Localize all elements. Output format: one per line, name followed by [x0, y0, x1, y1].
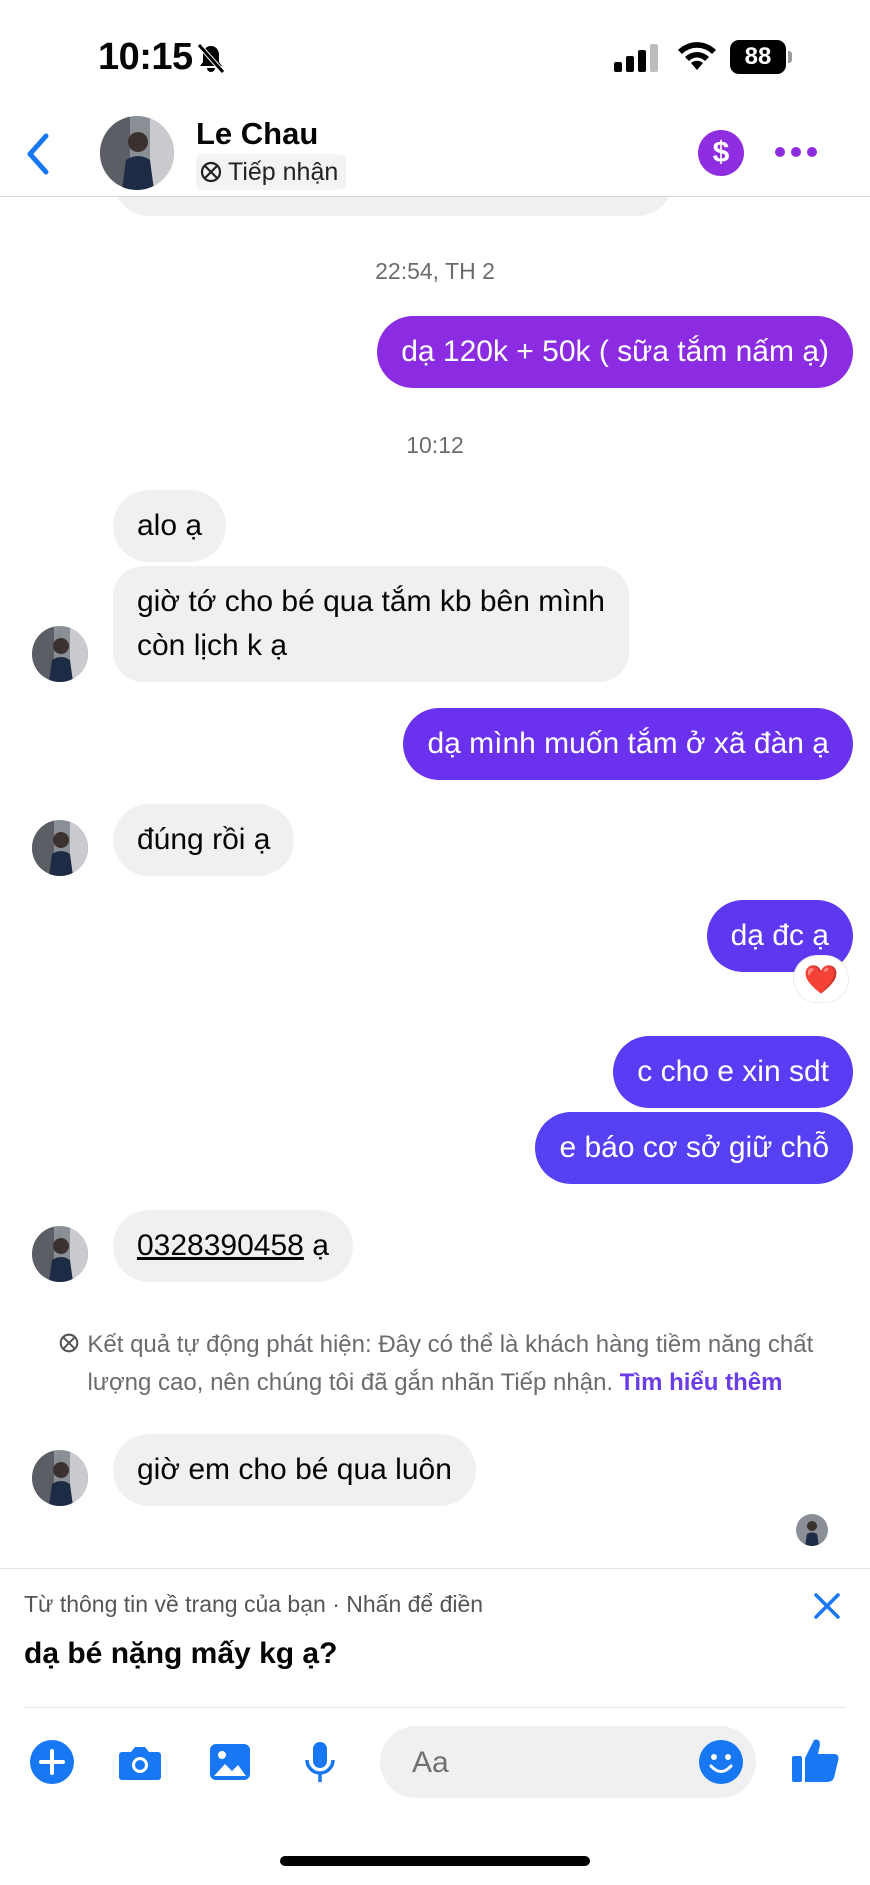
like-icon[interactable] [790, 1734, 842, 1786]
sender-avatar[interactable] [32, 1226, 88, 1282]
heart-icon[interactable]: ❤️ [794, 956, 848, 1002]
sender-avatar[interactable] [32, 626, 88, 682]
learn-more-link[interactable]: Tìm hiểu thêm [620, 1369, 783, 1396]
outgoing-message[interactable]: dạ 120k + 50k ( sữa tắm nấm ạ) [377, 316, 853, 388]
outgoing-message[interactable]: c cho e xin sdt [613, 1036, 853, 1108]
emoji-icon[interactable] [698, 1739, 744, 1785]
incoming-message[interactable]: đúng rồi ạ [113, 804, 295, 876]
incoming-message[interactable]: alo ạ [113, 490, 227, 562]
home-indicator [280, 1856, 590, 1866]
contact-name[interactable]: Le Chau [196, 116, 318, 152]
read-receipt-avatar [796, 1514, 828, 1546]
message-suffix: ạ [303, 1229, 329, 1262]
camera-icon[interactable] [116, 1738, 164, 1786]
message-input[interactable]: Aa [380, 1726, 756, 1798]
sender-avatar[interactable] [32, 1450, 88, 1506]
divider [24, 1707, 846, 1708]
contact-avatar[interactable] [100, 116, 174, 190]
reply-suggestion[interactable]: Từ thông tin về trang của bạn · Nhấn để … [0, 1568, 870, 1709]
label-icon [59, 1333, 79, 1353]
suggestion-hint: Từ thông tin về trang của bạn · Nhấn để … [24, 1591, 484, 1617]
mic-icon[interactable] [296, 1738, 344, 1786]
message-line: giờ tớ cho bé qua tắm kb bên mình [137, 585, 605, 618]
reaction-emoji: ❤️ [803, 963, 839, 995]
back-icon[interactable] [22, 130, 52, 178]
phone-number-link[interactable]: 0328390458 [137, 1229, 304, 1262]
battery-indicator: 88 [730, 40, 792, 74]
image-icon[interactable] [206, 1738, 254, 1786]
contact-label[interactable]: Tiếp nhận [196, 154, 347, 190]
signal-icon [614, 44, 658, 72]
incoming-message[interactable]: giờ tớ cho bé qua tắm kb bên mình còn lị… [113, 566, 629, 682]
battery-level: 88 [730, 40, 786, 74]
chat-header: Le Chau Tiếp nhận $ [0, 104, 870, 197]
contact-label-text: Tiếp nhận [228, 157, 339, 186]
message-line: còn lịch k ạ [137, 629, 288, 662]
sender-avatar[interactable] [32, 820, 88, 876]
message-placeholder: Aa [412, 1746, 449, 1779]
outgoing-message[interactable]: e báo cơ sở giữ chỗ [535, 1112, 853, 1184]
suggestion-text[interactable]: dạ bé nặng mấy kg ạ? [24, 1637, 337, 1671]
close-icon[interactable] [812, 1591, 842, 1621]
wifi-icon [678, 42, 716, 70]
incoming-message[interactable]: giờ em cho bé qua luôn [113, 1434, 476, 1506]
auto-detect-notice: Kết quả tự động phát hiện: Đây có thể là… [40, 1326, 830, 1402]
status-time: 10:15 [98, 36, 193, 78]
incoming-message[interactable]: 0328390458 ạ [113, 1210, 353, 1282]
timestamp: 22:54, TH 2 [375, 258, 495, 284]
more-icon[interactable] [774, 140, 818, 164]
plus-icon[interactable] [28, 1738, 76, 1786]
bell-slash-icon [197, 43, 225, 74]
timestamp: 10:12 [406, 432, 464, 458]
dollar-icon[interactable]: $ [698, 130, 744, 176]
label-icon [200, 161, 222, 183]
outgoing-message[interactable]: dạ mình muốn tắm ở xã đàn ạ [403, 708, 853, 780]
